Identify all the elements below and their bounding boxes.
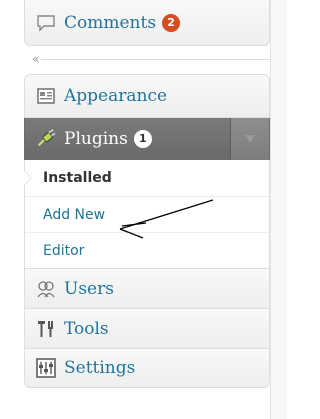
submenu-label-installed: Installed bbox=[43, 170, 112, 186]
chevron-down-icon bbox=[245, 135, 255, 143]
menu-item-tools[interactable]: Tools bbox=[24, 309, 270, 349]
comment-icon bbox=[36, 13, 56, 33]
menu-label-users: Users bbox=[64, 278, 114, 299]
submenu-item-add-new[interactable]: Add New bbox=[25, 196, 269, 232]
menu-label-plugins: Plugins bbox=[64, 128, 128, 149]
menu-item-users[interactable]: Users bbox=[24, 269, 270, 309]
separator-line bbox=[38, 59, 270, 60]
plugin-icon bbox=[36, 128, 56, 149]
comments-count-badge: 2 bbox=[162, 13, 181, 32]
menu-item-settings[interactable]: Settings bbox=[24, 349, 270, 388]
menu-label-tools: Tools bbox=[64, 318, 109, 339]
menu-label-settings: Settings bbox=[64, 358, 136, 378]
submenu-label-add-new: Add New bbox=[43, 206, 106, 223]
submenu-label-editor: Editor bbox=[43, 242, 85, 259]
appearance-icon bbox=[36, 86, 56, 106]
plugins-update-badge: 1 bbox=[133, 129, 152, 148]
users-icon bbox=[36, 279, 56, 299]
collapse-menu-separator[interactable]: « bbox=[24, 46, 270, 74]
menu-item-plugins[interactable]: Plugins 1 bbox=[24, 118, 270, 160]
menu-label-appearance: Appearance bbox=[64, 86, 168, 106]
menu-label-comments: Comments bbox=[64, 12, 157, 33]
plugins-submenu: Installed Add New Editor bbox=[24, 160, 270, 269]
plugins-toggle-button[interactable] bbox=[230, 118, 269, 160]
admin-menu: Comments 2 « Appearance Plugins 1 Instal… bbox=[24, 0, 270, 388]
submenu-item-installed[interactable]: Installed bbox=[24, 160, 269, 196]
settings-icon bbox=[36, 358, 56, 378]
tools-icon bbox=[36, 319, 56, 339]
menu-item-comments[interactable]: Comments 2 bbox=[24, 0, 270, 46]
submenu-item-editor[interactable]: Editor bbox=[25, 232, 269, 268]
menu-item-appearance[interactable]: Appearance bbox=[24, 74, 270, 118]
admin-sidebar-screenshot: Comments 2 « Appearance Plugins 1 Instal… bbox=[0, 0, 287, 419]
content-area-edge bbox=[270, 0, 287, 419]
collapse-arrow-icon[interactable]: « bbox=[30, 52, 42, 66]
